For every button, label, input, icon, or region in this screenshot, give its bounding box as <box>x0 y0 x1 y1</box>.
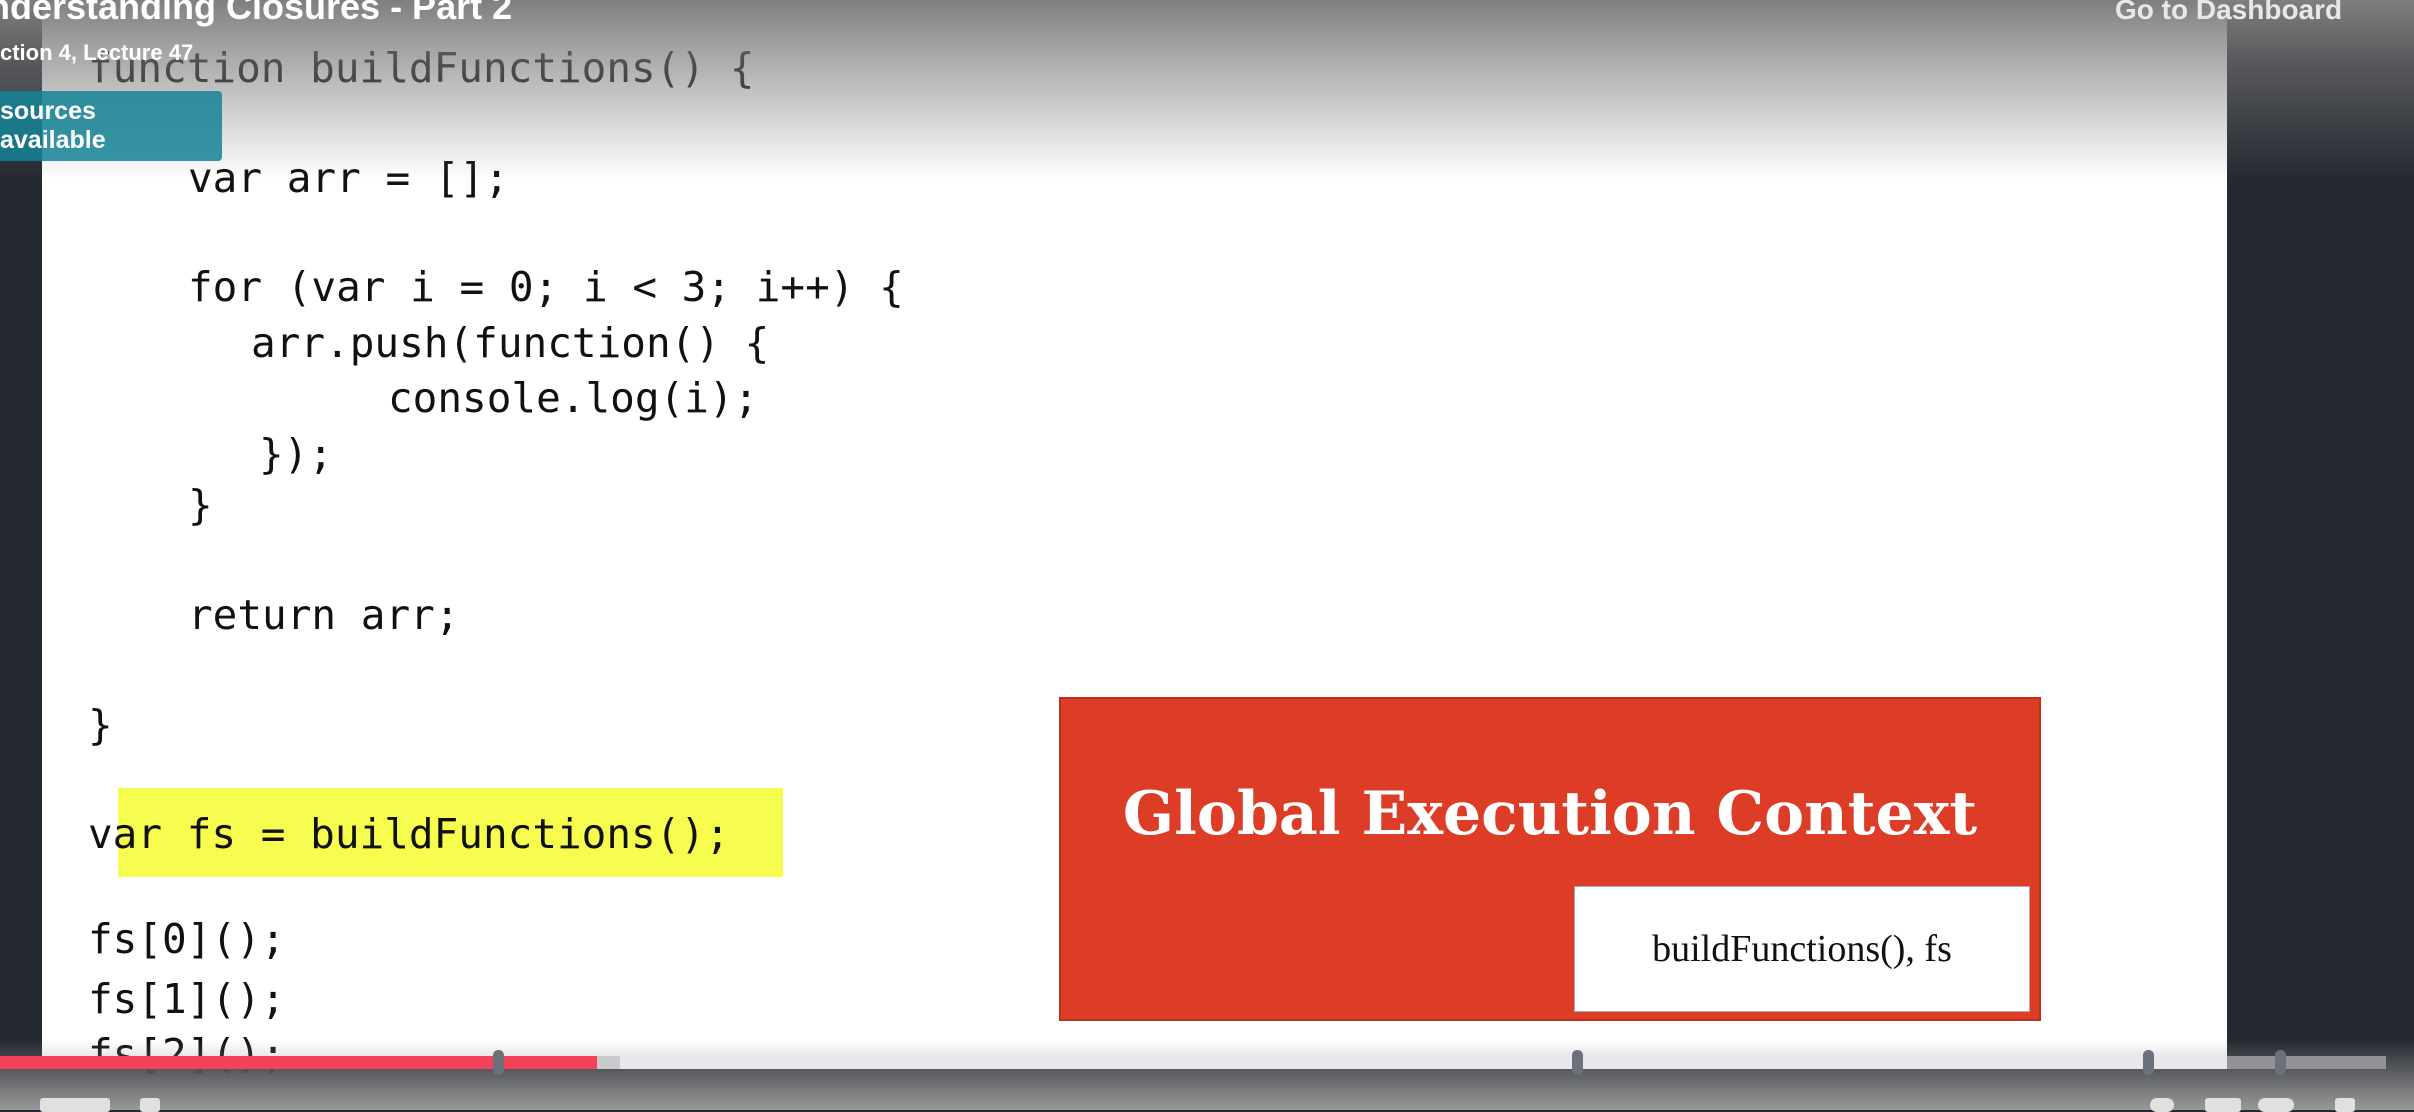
resources-button[interactable]: sources available <box>0 91 222 161</box>
chapter-marker[interactable] <box>493 1050 504 1075</box>
lecture-subtitle: ction 4, Lecture 47 <box>0 40 194 65</box>
code-line: } <box>188 481 213 529</box>
code-line: var fs = buildFunctions(); <box>88 810 730 858</box>
code-line: fs[0](); <box>88 915 286 963</box>
code-line: return arr; <box>188 591 460 639</box>
context-contents: buildFunctions(), fs <box>1574 886 2030 1012</box>
lecture-title: nderstanding Closures - Part 2 <box>0 0 513 27</box>
chapter-marker[interactable] <box>2143 1050 2154 1075</box>
played-bar <box>0 1056 597 1069</box>
code-line: } <box>88 701 113 749</box>
code-line: fs[1](); <box>88 975 286 1023</box>
code-line: arr.push(function() { <box>251 319 770 367</box>
go-to-dashboard-link[interactable]: Go to Dashboard <box>2115 0 2342 26</box>
code-line: var arr = []; <box>188 154 509 202</box>
chapter-marker[interactable] <box>1572 1050 1583 1075</box>
code-line: for (var i = 0; i < 3; i++) { <box>188 263 904 311</box>
code-line: }); <box>259 430 334 478</box>
global-execution-context: Global Execution Context buildFunctions(… <box>1059 697 2041 1021</box>
code-line: console.log(i); <box>388 374 759 422</box>
chapter-marker[interactable] <box>2275 1050 2286 1075</box>
progress-bar[interactable] <box>0 1050 2386 1075</box>
context-title: Global Execution Context <box>1122 779 1978 849</box>
lecture-slide: function buildFunctions() { var arr = []… <box>42 0 2227 1075</box>
progress-track-end <box>2227 1056 2386 1069</box>
